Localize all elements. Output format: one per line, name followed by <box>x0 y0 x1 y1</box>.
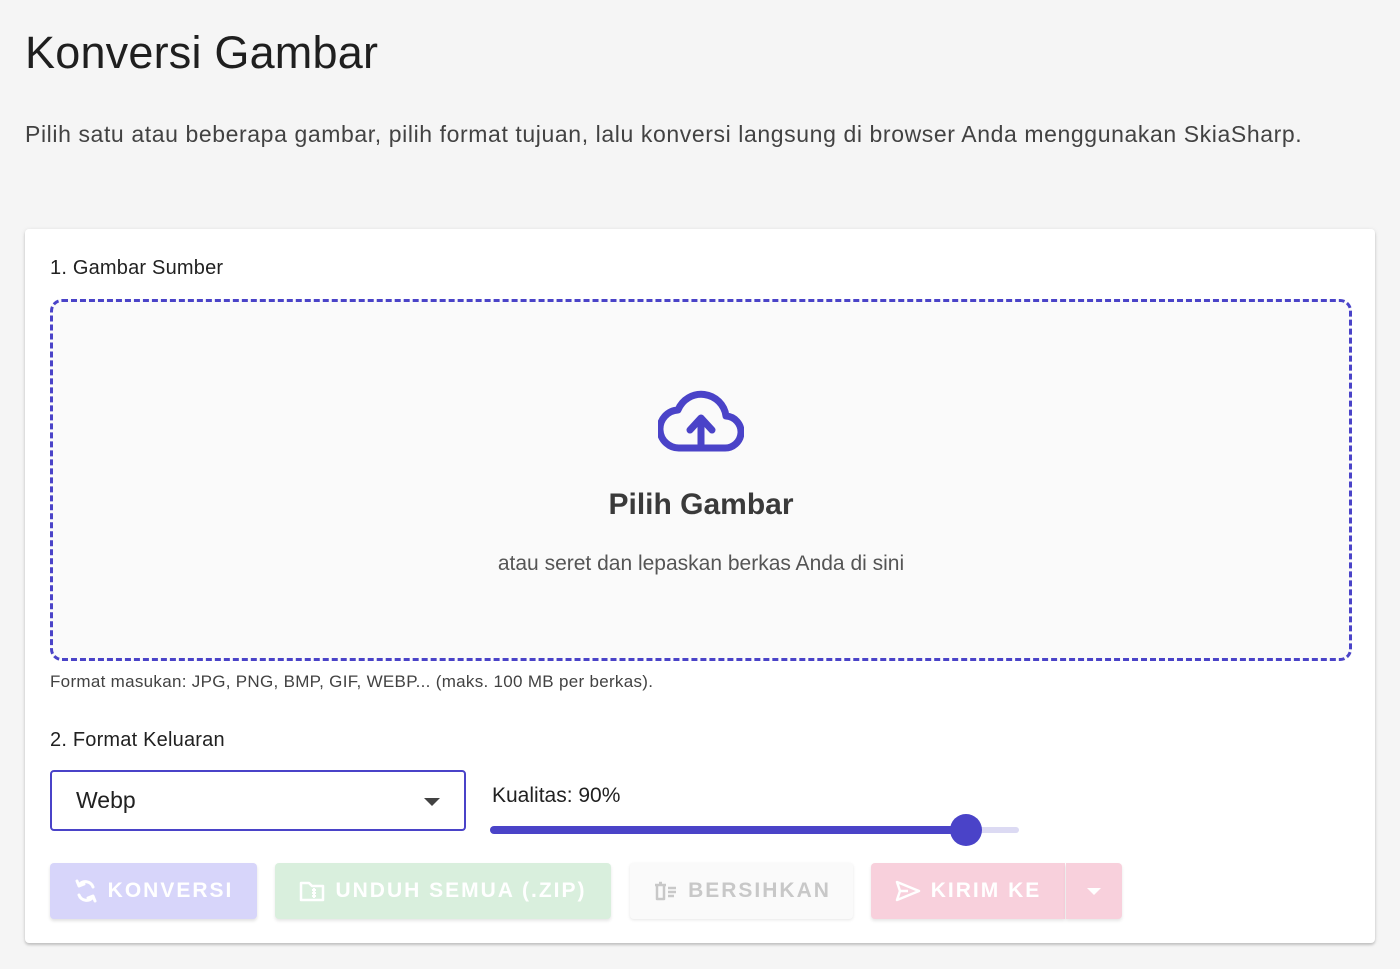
clear-button-label: BERSIHKAN <box>688 879 831 902</box>
cloud-upload-icon <box>658 390 744 452</box>
input-format-hint: Format masukan: JPG, PNG, BMP, GIF, WEBP… <box>50 672 654 691</box>
send-to-button[interactable]: KIRIM KE <box>871 863 1065 919</box>
clear-list-icon <box>655 881 677 901</box>
convert-button[interactable]: KONVERSI <box>50 863 257 919</box>
send-to-button-label: KIRIM KE <box>930 879 1042 902</box>
slider-thumb[interactable] <box>950 814 983 846</box>
dropzone-title: Pilih Gambar <box>608 488 794 521</box>
chevron-down-icon <box>1087 887 1101 895</box>
page-description: Pilih satu atau beberapa gambar, pilih f… <box>25 121 1303 147</box>
slider-fill <box>490 826 967 834</box>
image-dropzone[interactable]: Pilih Gambar atau seret dan lepaskan ber… <box>50 299 1352 661</box>
convert-button-label: KONVERSI <box>107 879 234 902</box>
send-icon <box>895 880 920 902</box>
clear-button[interactable]: BERSIHKAN <box>630 863 853 919</box>
send-to-menu-button[interactable] <box>1066 863 1122 919</box>
dropdown-arrow-icon <box>424 798 440 806</box>
quality-slider[interactable] <box>490 814 1019 846</box>
quality-label: Kualitas: 90% <box>492 784 621 807</box>
folder-zip-icon <box>300 881 325 902</box>
sync-icon <box>75 879 97 903</box>
output-section-title: 2. Format Keluaran <box>50 729 225 751</box>
source-section-title: 1. Gambar Sumber <box>50 257 224 279</box>
download-zip-button-label: UNDUH SEMUA (.ZIP) <box>335 879 587 902</box>
converter-card: 1. Gambar Sumber Pilih Gambar atau seret… <box>25 229 1375 943</box>
output-format-value: Webp <box>76 787 136 813</box>
page-title: Konversi Gambar <box>25 27 379 78</box>
download-zip-button[interactable]: UNDUH SEMUA (.ZIP) <box>275 863 611 919</box>
output-format-select[interactable]: Webp <box>50 770 466 831</box>
dropzone-subtitle: atau seret dan lepaskan berkas Anda di s… <box>497 552 905 575</box>
